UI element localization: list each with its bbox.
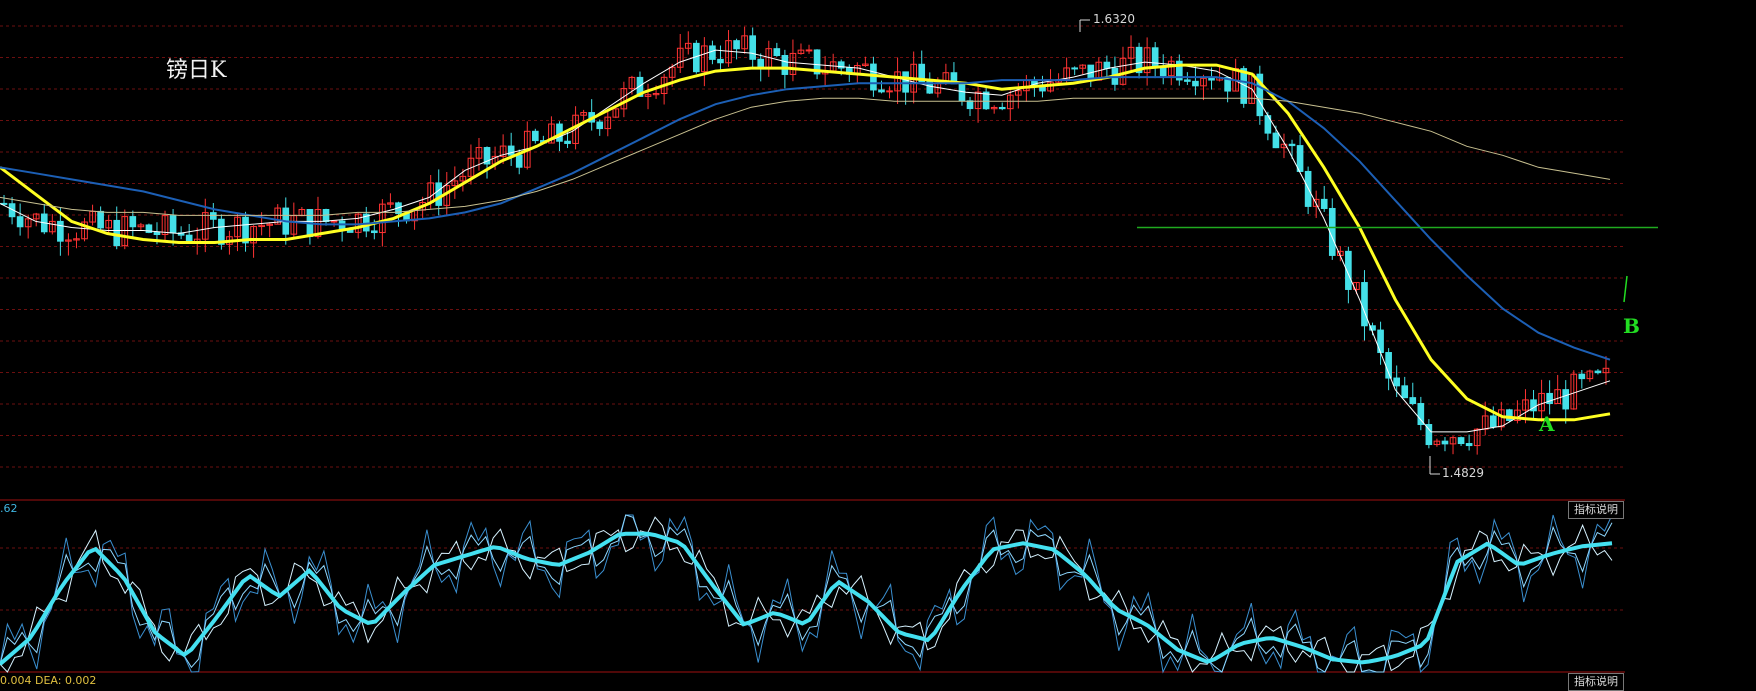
candle-body bbox=[185, 234, 193, 243]
ma-tan-line bbox=[0, 97, 1611, 216]
candle-body bbox=[153, 231, 161, 236]
chart-stage: 镑日K 1.6320 1.4829 A B .62 指标说明 0.004 DEA… bbox=[0, 0, 1756, 691]
candle-body bbox=[1465, 443, 1473, 447]
candle-body bbox=[1377, 329, 1384, 354]
chart-title: 镑日K bbox=[166, 58, 227, 83]
ma-yellow-line bbox=[0, 63, 1611, 422]
indicator-value: .62 bbox=[0, 502, 18, 515]
candle-body bbox=[532, 130, 539, 142]
candle-body bbox=[97, 210, 104, 229]
candle-body bbox=[435, 182, 443, 206]
candle-body bbox=[1457, 437, 1465, 445]
candle-body bbox=[1208, 77, 1215, 81]
candle-body bbox=[210, 212, 217, 220]
indicator-fast-line bbox=[0, 514, 1613, 674]
candle-body bbox=[507, 145, 515, 156]
candle-body bbox=[1594, 370, 1602, 374]
candle-body bbox=[1272, 132, 1280, 149]
b-pointer-line bbox=[1623, 275, 1628, 303]
low-price-label: 1.4829 bbox=[1442, 466, 1484, 480]
candle-body bbox=[1578, 373, 1586, 380]
candle-body bbox=[1071, 67, 1078, 70]
high-price-label: 1.6320 bbox=[1093, 12, 1135, 26]
candle-body bbox=[902, 71, 909, 93]
candle-body bbox=[113, 219, 121, 247]
candle-body bbox=[1103, 61, 1111, 69]
indicator-layer bbox=[0, 514, 1613, 674]
candle-body bbox=[1192, 80, 1199, 87]
candle-body bbox=[717, 58, 724, 64]
candle-body bbox=[515, 154, 523, 168]
candle-body bbox=[1489, 415, 1497, 428]
candle-body bbox=[16, 216, 24, 228]
candle-body bbox=[1401, 385, 1409, 399]
candle-body bbox=[982, 91, 990, 110]
candle-body bbox=[781, 55, 789, 75]
candle-body bbox=[966, 100, 974, 110]
candle-body bbox=[169, 215, 177, 234]
candle-body bbox=[596, 121, 604, 130]
indicator-slow-line bbox=[0, 516, 1613, 673]
ma-blue-line bbox=[0, 76, 1611, 361]
candle-body bbox=[1296, 145, 1304, 172]
indicator-explain-button[interactable]: 指标说明 bbox=[1568, 501, 1624, 519]
bottom-indicator-explain-button[interactable]: 指标说明 bbox=[1568, 673, 1624, 691]
candle-body bbox=[57, 220, 64, 242]
candle-body bbox=[1409, 397, 1417, 405]
candle-body bbox=[878, 89, 885, 93]
indicator-mid-line bbox=[0, 514, 1613, 673]
candle-body bbox=[709, 45, 716, 60]
candle-body bbox=[1562, 389, 1570, 410]
candle-body bbox=[1320, 198, 1328, 209]
candle-body bbox=[749, 35, 756, 60]
annotation-b: B bbox=[1623, 314, 1640, 338]
candle-body bbox=[773, 48, 781, 57]
moving-average-layer bbox=[0, 49, 1611, 433]
indicator-main-line bbox=[0, 531, 1613, 666]
candle-body bbox=[870, 63, 877, 91]
candle-body bbox=[564, 140, 571, 144]
candle-body bbox=[998, 106, 1006, 110]
chart-svg bbox=[0, 19, 1658, 674]
candle-body bbox=[1184, 79, 1191, 82]
candle-body bbox=[1441, 440, 1449, 445]
bottom-indicator-values: 0.004 DEA: 0.002 bbox=[0, 674, 97, 687]
candle-body bbox=[1361, 282, 1368, 327]
annotation-a: A bbox=[1539, 412, 1555, 436]
candle-body bbox=[733, 40, 740, 50]
candle-body bbox=[129, 216, 137, 228]
candle-body bbox=[371, 230, 378, 234]
candle-body bbox=[1288, 143, 1296, 147]
candle-body bbox=[805, 49, 813, 52]
candle-body bbox=[330, 220, 338, 223]
candle-body bbox=[1393, 377, 1400, 387]
